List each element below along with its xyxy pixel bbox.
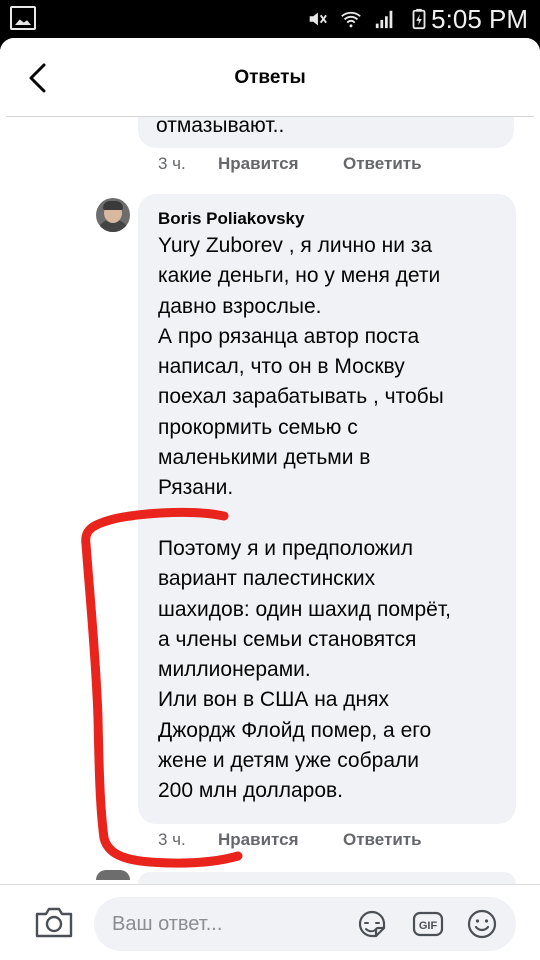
comment-time: 3 ч.	[158, 830, 186, 849]
mute-icon	[309, 12, 327, 26]
comment-text: Yury Zuborev , я лично ни за какие деньг…	[158, 234, 451, 803]
header-divider	[6, 116, 534, 117]
next-avatar	[96, 870, 130, 880]
status-time: 5:05 PM	[431, 4, 528, 34]
reply-button[interactable]: Ответить	[343, 154, 422, 174]
comment-author[interactable]: Boris Poliakovsky	[158, 209, 304, 229]
previous-comment-text: отмазывают..	[156, 114, 285, 137]
comment-time: 3 ч.	[158, 154, 186, 173]
reply-box: GIF	[94, 897, 516, 951]
header: Ответы	[0, 38, 540, 117]
replies-panel: отмазывают.. Ответы 3 ч. Нравится Ответи…	[0, 38, 540, 960]
camera-icon[interactable]	[34, 905, 74, 939]
battery-icon	[412, 8, 426, 30]
svg-text:GIF: GIF	[419, 920, 438, 932]
next-comment-bubble	[138, 872, 516, 884]
previous-comment-actions: 3 ч. Нравится Ответить	[158, 154, 422, 174]
reply-button[interactable]: Ответить	[343, 830, 422, 850]
comment-bubble[interactable]: Boris Poliakovsky Yury Zuborev , я лично…	[138, 194, 516, 824]
reply-composer: GIF	[0, 884, 540, 960]
like-button[interactable]: Нравится	[218, 154, 343, 174]
status-bar: 5:05 PM	[0, 0, 540, 38]
status-icons	[306, 5, 430, 33]
wifi-icon	[341, 11, 361, 28]
signal-icon	[375, 10, 393, 29]
gif-icon: GIF	[412, 911, 444, 937]
like-button[interactable]: Нравится	[218, 830, 343, 850]
sticker-icon[interactable]	[356, 908, 388, 940]
comment-actions: 3 ч. Нравится Ответить	[158, 830, 422, 850]
gif-button[interactable]: GIF	[412, 908, 444, 940]
avatar[interactable]	[96, 198, 130, 232]
page-title: Ответы	[234, 67, 306, 88]
reply-input[interactable]	[112, 897, 342, 951]
emoji-icon[interactable]	[466, 908, 498, 940]
gallery-icon	[10, 6, 36, 30]
